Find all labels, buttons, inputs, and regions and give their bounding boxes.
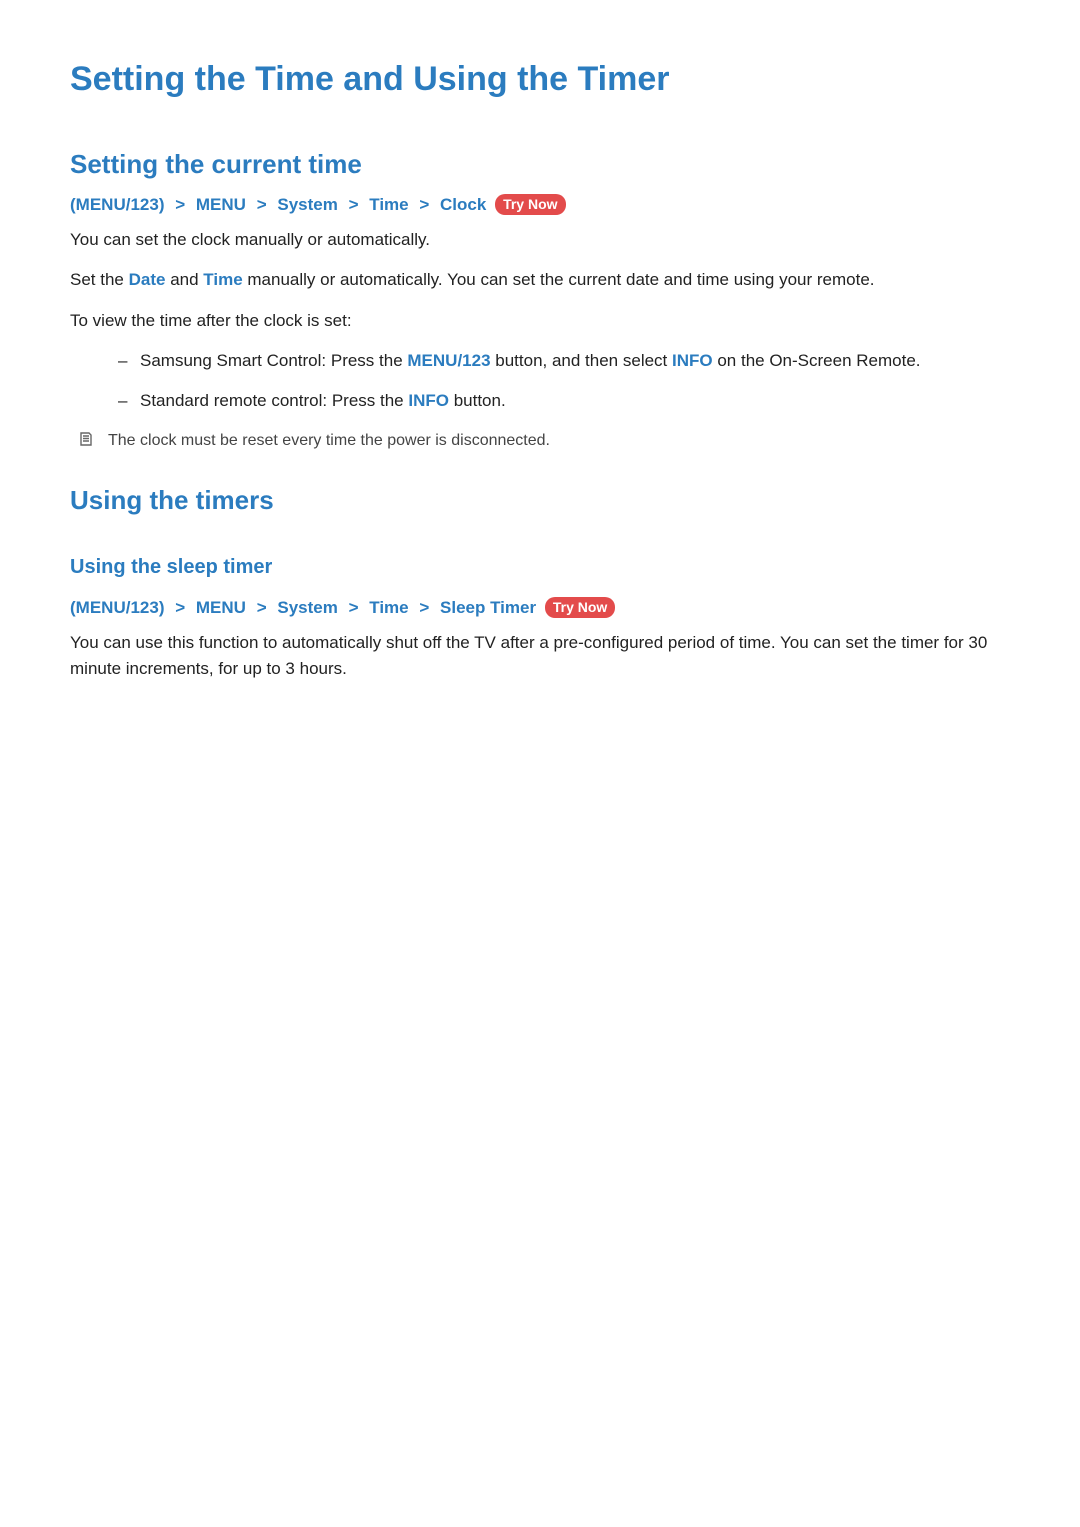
keyword-menu123: MENU/123 [407, 351, 490, 370]
chevron-right-icon: > [257, 598, 267, 618]
breadcrumb-item-time: Time [369, 195, 408, 214]
breadcrumb-item-system: System [277, 195, 337, 214]
keyword-time: Time [203, 270, 242, 289]
breadcrumb-item-clock: Clock [440, 195, 486, 214]
try-now-badge[interactable]: Try Now [545, 597, 615, 618]
keyword-info: INFO [408, 391, 449, 410]
section-heading-timers: Using the timers [70, 485, 1010, 516]
paragraph: Set the Date and Time manually or automa… [70, 267, 1010, 293]
chevron-right-icon: > [349, 598, 359, 618]
try-now-badge[interactable]: Try Now [495, 194, 565, 215]
chevron-right-icon: > [349, 195, 359, 215]
breadcrumb-root: MENU/123 [76, 195, 159, 214]
subsection-heading-sleep-timer: Using the sleep timer [70, 556, 1010, 579]
breadcrumb-sleep-timer: (MENU/123) > MENU > System > Time > Slee… [70, 597, 1010, 618]
breadcrumb-item-system: System [277, 598, 337, 617]
chevron-right-icon: > [175, 195, 185, 215]
breadcrumb-paren-close: ) [159, 195, 165, 214]
paragraph: To view the time after the clock is set: [70, 308, 1010, 334]
breadcrumb-item-sleep-timer: Sleep Timer [440, 598, 536, 617]
chevron-right-icon: > [419, 195, 429, 215]
keyword-date: Date [129, 270, 166, 289]
page-title: Setting the Time and Using the Timer [70, 60, 1010, 99]
keyword-info: INFO [672, 351, 713, 370]
breadcrumb-clock: (MENU/123) > MENU > System > Time > Cloc… [70, 194, 1010, 215]
note-text: The clock must be reset every time the p… [108, 432, 550, 449]
paragraph: You can set the clock manually or automa… [70, 227, 1010, 253]
breadcrumb-item-menu: MENU [196, 195, 246, 214]
note: The clock must be reset every time the p… [70, 429, 1010, 453]
document-page: Setting the Time and Using the Timer Set… [0, 0, 1080, 756]
chevron-right-icon: > [175, 598, 185, 618]
breadcrumb-root: MENU/123 [76, 598, 159, 617]
chevron-right-icon: > [257, 195, 267, 215]
list-item: Samsung Smart Control: Press the MENU/12… [118, 348, 1010, 374]
list-item: Standard remote control: Press the INFO … [118, 388, 1010, 414]
breadcrumb-item-time: Time [369, 598, 408, 617]
section-heading-current-time: Setting the current time [70, 149, 1010, 180]
note-icon [78, 431, 94, 447]
paragraph: You can use this function to automatical… [70, 630, 1010, 683]
breadcrumb-item-menu: MENU [196, 598, 246, 617]
chevron-right-icon: > [419, 598, 429, 618]
instruction-list: Samsung Smart Control: Press the MENU/12… [70, 348, 1010, 415]
breadcrumb-paren-close: ) [159, 598, 165, 617]
